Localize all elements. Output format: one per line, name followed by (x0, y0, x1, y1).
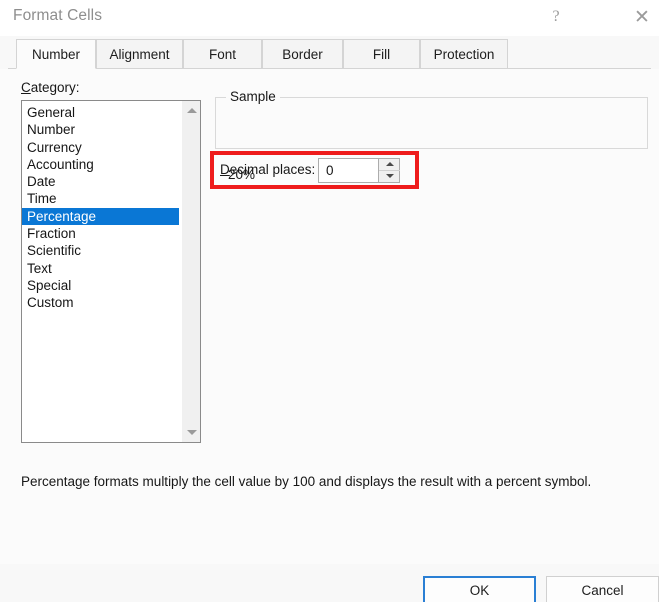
dialog-footer: OK Cancel (0, 564, 659, 602)
triangle-up-icon[interactable] (182, 101, 200, 120)
triangle-up-icon[interactable] (379, 159, 400, 171)
sample-legend: Sample (226, 89, 280, 104)
cancel-button[interactable]: Cancel (546, 576, 659, 602)
tab-label: Protection (433, 46, 495, 62)
category-item-custom[interactable]: Custom (22, 294, 181, 311)
tab-protection[interactable]: Protection (420, 39, 508, 69)
category-item-general[interactable]: General (22, 104, 181, 121)
tab-border[interactable]: Border (262, 39, 343, 69)
tab-label: Number (31, 46, 80, 62)
decimal-places-spinbox[interactable] (318, 158, 400, 183)
category-item-text[interactable]: Text (22, 260, 181, 277)
question-mark-icon: ? (552, 8, 560, 25)
category-item-special[interactable]: Special (22, 277, 181, 294)
sample-group-box: Sample (215, 89, 648, 149)
category-item-accounting[interactable]: Accounting (22, 156, 181, 173)
tab-label: Font (208, 46, 236, 62)
tab-label: Border (282, 46, 323, 62)
format-cells-dialog: Format Cells ? ✕ Number Alignment Font Bord… (0, 0, 659, 602)
category-scrollbar[interactable] (181, 101, 200, 442)
decimal-places-input[interactable] (319, 159, 379, 182)
tab-fill[interactable]: Fill (343, 39, 420, 69)
decimal-places-label-accel: D (220, 162, 230, 177)
tab-strip: Number Alignment Font Border Fill Protection (8, 39, 651, 69)
decimal-places-label-rest: ecimal places: (229, 162, 316, 177)
title-bar: Format Cells ? ✕ (0, 0, 659, 36)
category-item-number[interactable]: Number (22, 121, 181, 138)
help-button[interactable]: ? (534, 0, 578, 34)
close-button[interactable]: ✕ (620, 0, 659, 34)
category-item-fraction[interactable]: Fraction (22, 225, 181, 242)
tab-label: Fill (372, 46, 391, 62)
tab-label: Alignment (109, 46, 170, 62)
tab-alignment[interactable]: Alignment (96, 39, 183, 69)
category-label-rest: ategory: (30, 80, 80, 95)
triangle-down-icon[interactable] (379, 171, 400, 183)
category-item-scientific[interactable]: Scientific (22, 242, 181, 259)
category-listbox[interactable]: General Number Currency Accounting Date Time P… (21, 100, 201, 443)
window-title: Format Cells (13, 7, 103, 24)
category-item-percentage[interactable]: Percentage (22, 207, 179, 226)
format-description: Percentage formats multiply the cell val… (21, 474, 592, 489)
decimal-places-stepper[interactable] (378, 159, 400, 183)
category-item-date[interactable]: Date (22, 173, 181, 190)
tab-number[interactable]: Number (16, 39, 96, 69)
close-icon: ✕ (634, 6, 650, 28)
category-item-currency[interactable]: Currency (22, 139, 181, 156)
decimal-places-label: Decimal places: (220, 162, 315, 177)
category-label: Category: (21, 80, 80, 95)
category-list: General Number Currency Accounting Date Time P… (22, 101, 181, 312)
triangle-down-icon[interactable] (182, 423, 200, 442)
category-label-accel: C (21, 80, 31, 95)
ok-button[interactable]: OK (423, 576, 536, 602)
tab-font[interactable]: Font (183, 39, 262, 69)
category-item-time[interactable]: Time (22, 190, 181, 207)
number-tab-panel: Category: General Number Currency Accountin… (0, 69, 659, 564)
